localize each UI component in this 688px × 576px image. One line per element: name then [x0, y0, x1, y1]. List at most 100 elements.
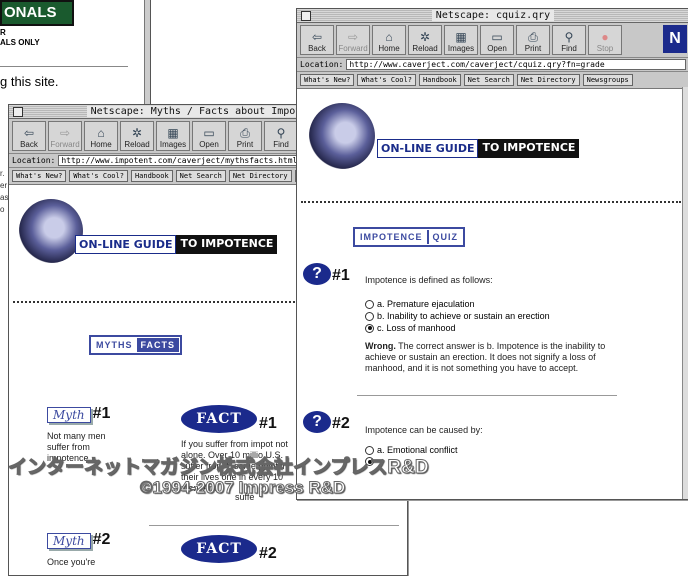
images-icon: ▦: [167, 126, 179, 140]
close-box-icon[interactable]: [13, 107, 23, 117]
fact-2-label: FACT #2: [181, 535, 277, 563]
whats-new-button[interactable]: What's New?: [12, 170, 67, 182]
images-button[interactable]: ▦ Images: [444, 25, 478, 55]
bg-line2: ALS ONLY: [0, 38, 40, 47]
quiz-directory-bar: What's New? What's Cool? Handbook Net Se…: [297, 72, 688, 89]
q1-option-a[interactable]: a. Premature ejaculation: [365, 299, 475, 309]
images-icon: ▦: [455, 30, 467, 44]
open-button[interactable]: ▭ Open: [192, 121, 226, 151]
find-icon: ⚲: [564, 30, 574, 44]
forward-arrow-icon: ⇨: [347, 30, 359, 44]
question-2-text: Impotence can be caused by:: [365, 425, 483, 435]
print-button[interactable]: ⎙ Print: [516, 25, 550, 55]
question-mark-icon: ?: [303, 263, 331, 285]
myth-2-number: #2: [92, 531, 111, 548]
watermark-line-2: ©1994-2007 Impress R&D: [139, 478, 346, 498]
forward-button[interactable]: ⇨ Forward: [336, 25, 370, 55]
print-icon: ⎙: [240, 126, 250, 140]
radio-button[interactable]: [365, 299, 374, 309]
location-label: Location:: [300, 60, 344, 69]
fact-badge-1: FACT: [181, 405, 257, 433]
fact-2-number: #2: [259, 545, 277, 562]
forward-button[interactable]: ⇨ Forward: [48, 121, 82, 151]
guide-heads-image: [19, 199, 83, 263]
back-button[interactable]: ⇦ Back: [300, 25, 334, 55]
guide-logo: ON-LINE GUIDE TO IMPOTENCE: [75, 235, 278, 254]
quiz-window-titlebar[interactable]: Netscape: cquiz.qry: [297, 9, 688, 23]
quiz-window: Netscape: cquiz.qry ⇦ Back ⇨ Forward ⌂ Home…: [296, 8, 688, 500]
reload-button[interactable]: ✲ Reload: [120, 121, 154, 151]
myths-window-title: Netscape: Myths / Facts about Impotence: [86, 106, 330, 117]
guide-heads-image: [309, 103, 375, 169]
location-label: Location:: [12, 156, 56, 165]
question-mark-icon: ?: [303, 411, 331, 433]
whats-cool-button[interactable]: What's Cool?: [357, 74, 416, 86]
edge-text: r. er as o: [0, 169, 9, 214]
answer-feedback: Wrong. The correct answer is b. Impotenc…: [365, 341, 627, 374]
netscape-logo-icon: N: [663, 25, 687, 53]
radio-button[interactable]: [365, 311, 374, 321]
answer-lead: Wrong.: [365, 341, 396, 351]
dotted-divider: [301, 201, 681, 203]
location-url-field[interactable]: http://www.caverject.com/caverject/cquiz…: [346, 59, 686, 70]
print-button[interactable]: ⎙ Print: [228, 121, 262, 151]
watermark-line-1: インターネットマガジン株式会社インプレスR&D: [8, 457, 430, 479]
quiz-location-bar: Location: http://www.caverject.com/caver…: [297, 58, 688, 72]
impotence-quiz-header: IMPOTENCE QUIZ: [353, 227, 466, 247]
open-icon: ▭: [203, 126, 215, 140]
whats-cool-button[interactable]: What's Cool?: [69, 170, 128, 182]
myth-1-number: #1: [92, 405, 111, 422]
quiz-window-title: Netscape: cquiz.qry: [431, 10, 555, 21]
myths-facts-header: MYTHS FACTS: [89, 335, 183, 355]
section-divider: [357, 395, 617, 396]
quiz-scrollbar[interactable]: [682, 87, 688, 499]
question-2-label: ? #2: [303, 411, 350, 433]
quiz-toolbar: ⇦ Back ⇨ Forward ⌂ Home ✲ Reload ▦ Images ▭ Op…: [297, 23, 688, 58]
question-1-text: Impotence is defined as follows:: [365, 275, 493, 285]
bg-divider: [0, 66, 128, 67]
images-button[interactable]: ▦ Images: [156, 121, 190, 151]
reload-button[interactable]: ✲ Reload: [408, 25, 442, 55]
back-arrow-icon: ⇦: [23, 126, 35, 140]
reload-icon: ✲: [419, 30, 431, 44]
q1-option-b[interactable]: b. Inability to achieve or sustain an er…: [365, 311, 550, 321]
fact-badge-2: FACT: [181, 535, 257, 563]
home-button[interactable]: ⌂ Home: [84, 121, 118, 151]
myth-2-text: Once you're: [47, 557, 96, 567]
fact-1-number: #1: [259, 415, 277, 432]
open-button[interactable]: ▭ Open: [480, 25, 514, 55]
whats-new-button[interactable]: What's New?: [300, 74, 355, 86]
home-button[interactable]: ⌂ Home: [372, 25, 406, 55]
home-icon: ⌂: [97, 126, 105, 140]
net-search-button[interactable]: Net Search: [175, 170, 226, 182]
radio-button-selected[interactable]: [365, 323, 374, 333]
bg-logo: ONALS: [0, 0, 74, 26]
open-icon: ▭: [491, 30, 503, 44]
background-window: ONALS R ALS ONLY g this site.: [0, 0, 151, 115]
bg-sentence: g this site.: [0, 74, 59, 89]
net-directory-button[interactable]: Net Directory: [516, 74, 580, 86]
handbook-button[interactable]: Handbook: [130, 170, 173, 182]
guide-logo: ON-LINE GUIDE TO IMPOTENCE: [377, 139, 580, 158]
stop-button[interactable]: ● Stop: [588, 25, 622, 55]
print-icon: ⎙: [528, 30, 538, 44]
bg-scrollbar[interactable]: [144, 0, 150, 115]
myth-tag-2: Myth: [47, 533, 91, 549]
section-divider: [149, 525, 399, 526]
myth-1-label: Myth #1: [47, 405, 110, 423]
myth-2-label: Myth #2: [47, 531, 110, 549]
newsgroups-button[interactable]: Newsgroups: [582, 74, 633, 86]
reload-icon: ✲: [131, 126, 143, 140]
back-button[interactable]: ⇦ Back: [12, 121, 46, 151]
quiz-page-content: ON-LINE GUIDE TO IMPOTENCE IMPOTENCE QUI…: [297, 89, 688, 499]
close-box-icon[interactable]: [301, 11, 311, 21]
find-button[interactable]: ⚲ Find: [552, 25, 586, 55]
stop-icon: ●: [601, 30, 609, 44]
fact-1-label: FACT #1: [181, 405, 277, 433]
net-directory-button[interactable]: Net Directory: [228, 170, 292, 182]
q1-option-c[interactable]: c. Loss of manhood: [365, 323, 456, 333]
handbook-button[interactable]: Handbook: [418, 74, 461, 86]
find-button[interactable]: ⚲ Find: [264, 121, 298, 151]
answer-text: The correct answer is b. Impotence is th…: [365, 341, 606, 373]
net-search-button[interactable]: Net Search: [463, 74, 514, 86]
